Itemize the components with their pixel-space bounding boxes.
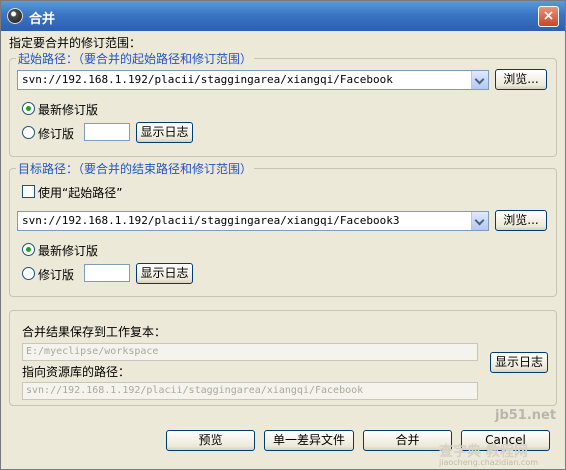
unified-diff-button[interactable]: 单一差异文件 [264,430,354,451]
start-url-value: svn://192.168.1.192/placii/staggingarea/… [22,73,393,86]
window-title: 合并 [29,12,56,27]
tortoisesvn-app-icon [7,8,23,24]
target-revision-radio[interactable] [22,267,35,280]
use-start-path-checkbox[interactable] [22,185,35,198]
start-revision-input[interactable] [84,123,130,141]
close-button[interactable]: × [538,6,559,27]
start-show-log-button[interactable]: 显示日志 [136,122,193,143]
target-show-log-button[interactable]: 显示日志 [136,263,193,284]
start-path-group-title: 起始路径：（要合并的起始路径和修订范围） [16,50,255,67]
target-path-group-title: 目标路径：（要合并的结束路径和修订范围） [16,160,255,177]
target-browse-button[interactable]: 浏览... [495,210,547,231]
target-latest-label: 最新修订版 [38,244,99,258]
target-revision-label: 修订版 [38,268,75,282]
preview-button[interactable]: 预览 [166,430,255,451]
repository-path-label: 指向资源库的路径： [22,365,131,379]
merge-dialog: 合并 × 指定要合并的修订范围： 起始路径：（要合并的起始路径和修订范围） sv… [0,0,566,470]
chevron-down-icon[interactable] [471,212,488,230]
target-latest-radio[interactable] [22,243,35,256]
start-url-combobox[interactable]: svn://192.168.1.192/placii/staggingarea/… [17,70,489,90]
save-to-working-copy-label: 合并结果保存到工作复本： [22,325,167,339]
title-bar[interactable]: 合并 × [1,1,565,31]
repository-path-field: svn://192.168.1.192/placii/staggingarea/… [22,382,478,400]
watermark-jb51: jb51.net [495,408,557,423]
target-url-value: svn://192.168.1.192/placii/staggingarea/… [22,214,400,227]
watermark-chazidian-url: jiaocheng.chazidian.com [439,458,539,467]
start-revision-radio[interactable] [22,126,35,139]
start-browse-button[interactable]: 浏览... [495,69,547,90]
result-show-log-button[interactable]: 显示日志 [490,352,548,373]
chevron-down-icon[interactable] [471,71,488,89]
working-copy-path-field: E:/myeclipse/workspace [22,343,478,361]
start-latest-label: 最新修订版 [38,103,99,117]
start-latest-radio[interactable] [22,102,35,115]
use-start-path-label: 使用“起始路径” [38,186,123,200]
start-revision-label: 修订版 [38,127,75,141]
target-url-combobox[interactable]: svn://192.168.1.192/placii/staggingarea/… [17,211,489,231]
instruction-label: 指定要合并的修订范围： [9,36,142,50]
target-revision-input[interactable] [84,264,130,282]
